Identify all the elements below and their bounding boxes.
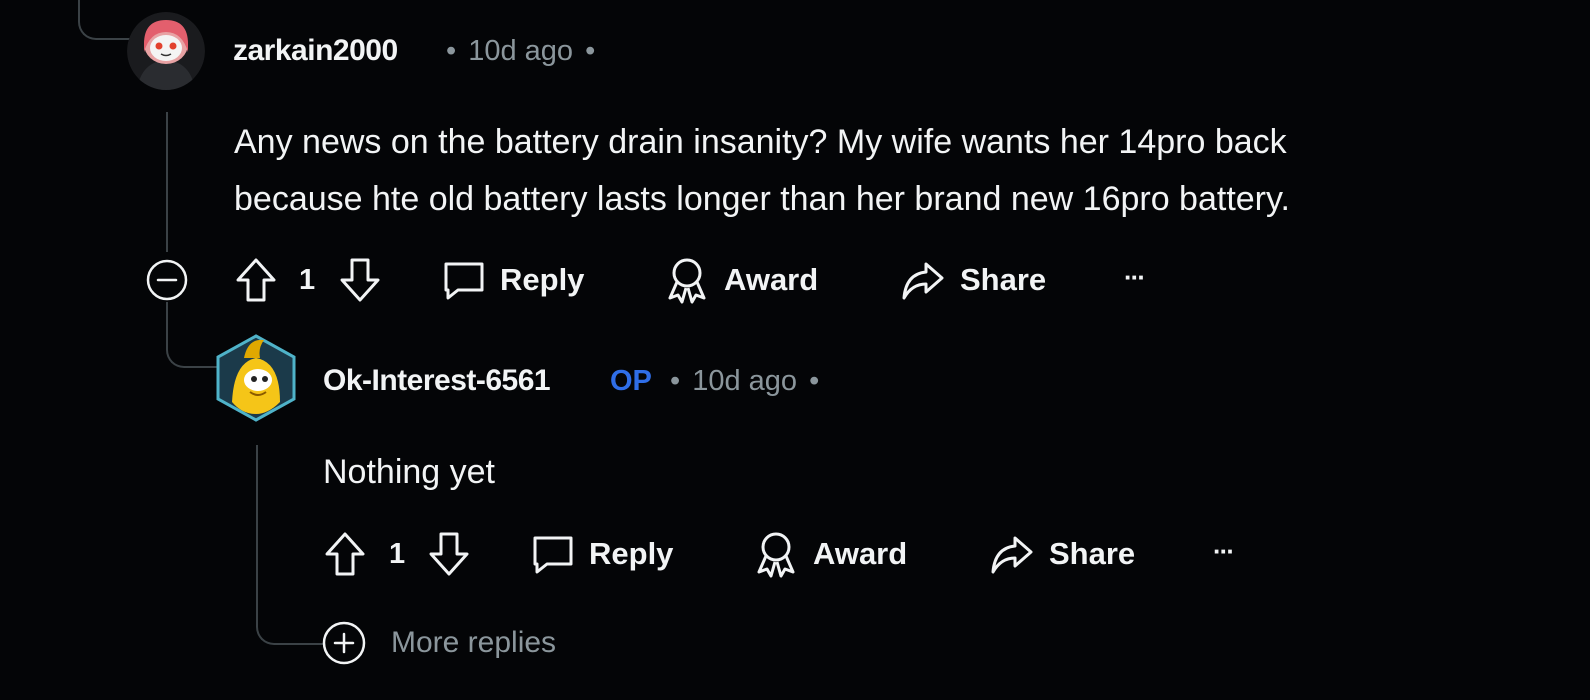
comment-age: 10d ago (692, 365, 798, 397)
snoo-avatar-icon (216, 334, 296, 422)
separator-dot: • (669, 365, 681, 397)
upvote-arrow-icon (325, 532, 365, 576)
thread-line-top (78, 0, 130, 40)
comment-age: 10d ago (468, 35, 574, 67)
collapse-button[interactable] (145, 258, 189, 307)
award-label: Award (724, 262, 819, 297)
separator-dot: • (585, 35, 596, 67)
comment-body-line: Nothing yet (323, 453, 495, 491)
comment-thread: zarkain2000 • 10d ago • Any news on the … (0, 0, 1590, 700)
more-options-icon: ··· (1124, 261, 1146, 292)
more-options-icon: ··· (1213, 535, 1235, 566)
plus-circle-icon (322, 621, 366, 665)
award-icon (757, 532, 795, 578)
expand-replies-button[interactable] (321, 620, 367, 671)
more-replies-link[interactable]: More replies (391, 626, 556, 660)
share-label: Share (1049, 536, 1136, 571)
op-badge: OP (610, 365, 652, 397)
comment-meta: • 10d ago • (446, 35, 595, 68)
award-button[interactable]: Award (664, 255, 818, 305)
downvote-arrow-icon (429, 532, 469, 576)
more-options-button[interactable]: ··· (1213, 526, 1235, 576)
share-button[interactable]: Share (989, 529, 1135, 579)
share-arrow-icon (902, 262, 944, 300)
upvote-button[interactable] (323, 530, 367, 583)
avatar[interactable] (214, 332, 298, 424)
avatar[interactable] (127, 12, 205, 90)
comment-body-line: Any news on the battery drain insanity? … (234, 123, 1287, 161)
upvote-arrow-icon (236, 258, 276, 302)
downvote-arrow-icon (340, 258, 380, 302)
comment-author[interactable]: Ok-Interest-6561 (323, 364, 551, 398)
share-button[interactable]: Share (900, 255, 1046, 305)
thread-line-comment-1 (166, 112, 168, 252)
downvote-button[interactable] (427, 530, 471, 583)
comment-body: Nothing yet (323, 444, 495, 501)
comment-body-line: because hte old battery lasts longer tha… (234, 180, 1290, 218)
reply-button[interactable]: Reply (442, 255, 584, 305)
award-label: Award (813, 536, 908, 571)
comment-author[interactable]: zarkain2000 (233, 34, 398, 68)
share-label: Share (960, 262, 1047, 297)
comment-bubble-icon (533, 536, 573, 574)
upvote-button[interactable] (234, 256, 278, 309)
separator-dot: • (809, 365, 820, 397)
separator-dot: • (446, 35, 457, 67)
reply-label: Reply (589, 536, 674, 571)
share-arrow-icon (991, 536, 1033, 574)
downvote-button[interactable] (338, 256, 382, 309)
vote-count: 1 (389, 538, 406, 570)
comment-body: Any news on the battery drain insanity? … (234, 114, 1290, 228)
award-icon (668, 258, 706, 304)
award-button[interactable]: Award (753, 529, 907, 579)
reply-label: Reply (500, 262, 585, 297)
user-avatar-icon (127, 12, 205, 90)
comment-meta: OP • 10d ago • (610, 365, 819, 398)
vote-count: 1 (299, 264, 316, 296)
more-options-button[interactable]: ··· (1124, 252, 1146, 302)
thread-line-comment-2 (256, 445, 324, 645)
reply-button[interactable]: Reply (531, 529, 673, 579)
collapse-minus-icon (146, 259, 188, 301)
comment-bubble-icon (444, 262, 484, 300)
